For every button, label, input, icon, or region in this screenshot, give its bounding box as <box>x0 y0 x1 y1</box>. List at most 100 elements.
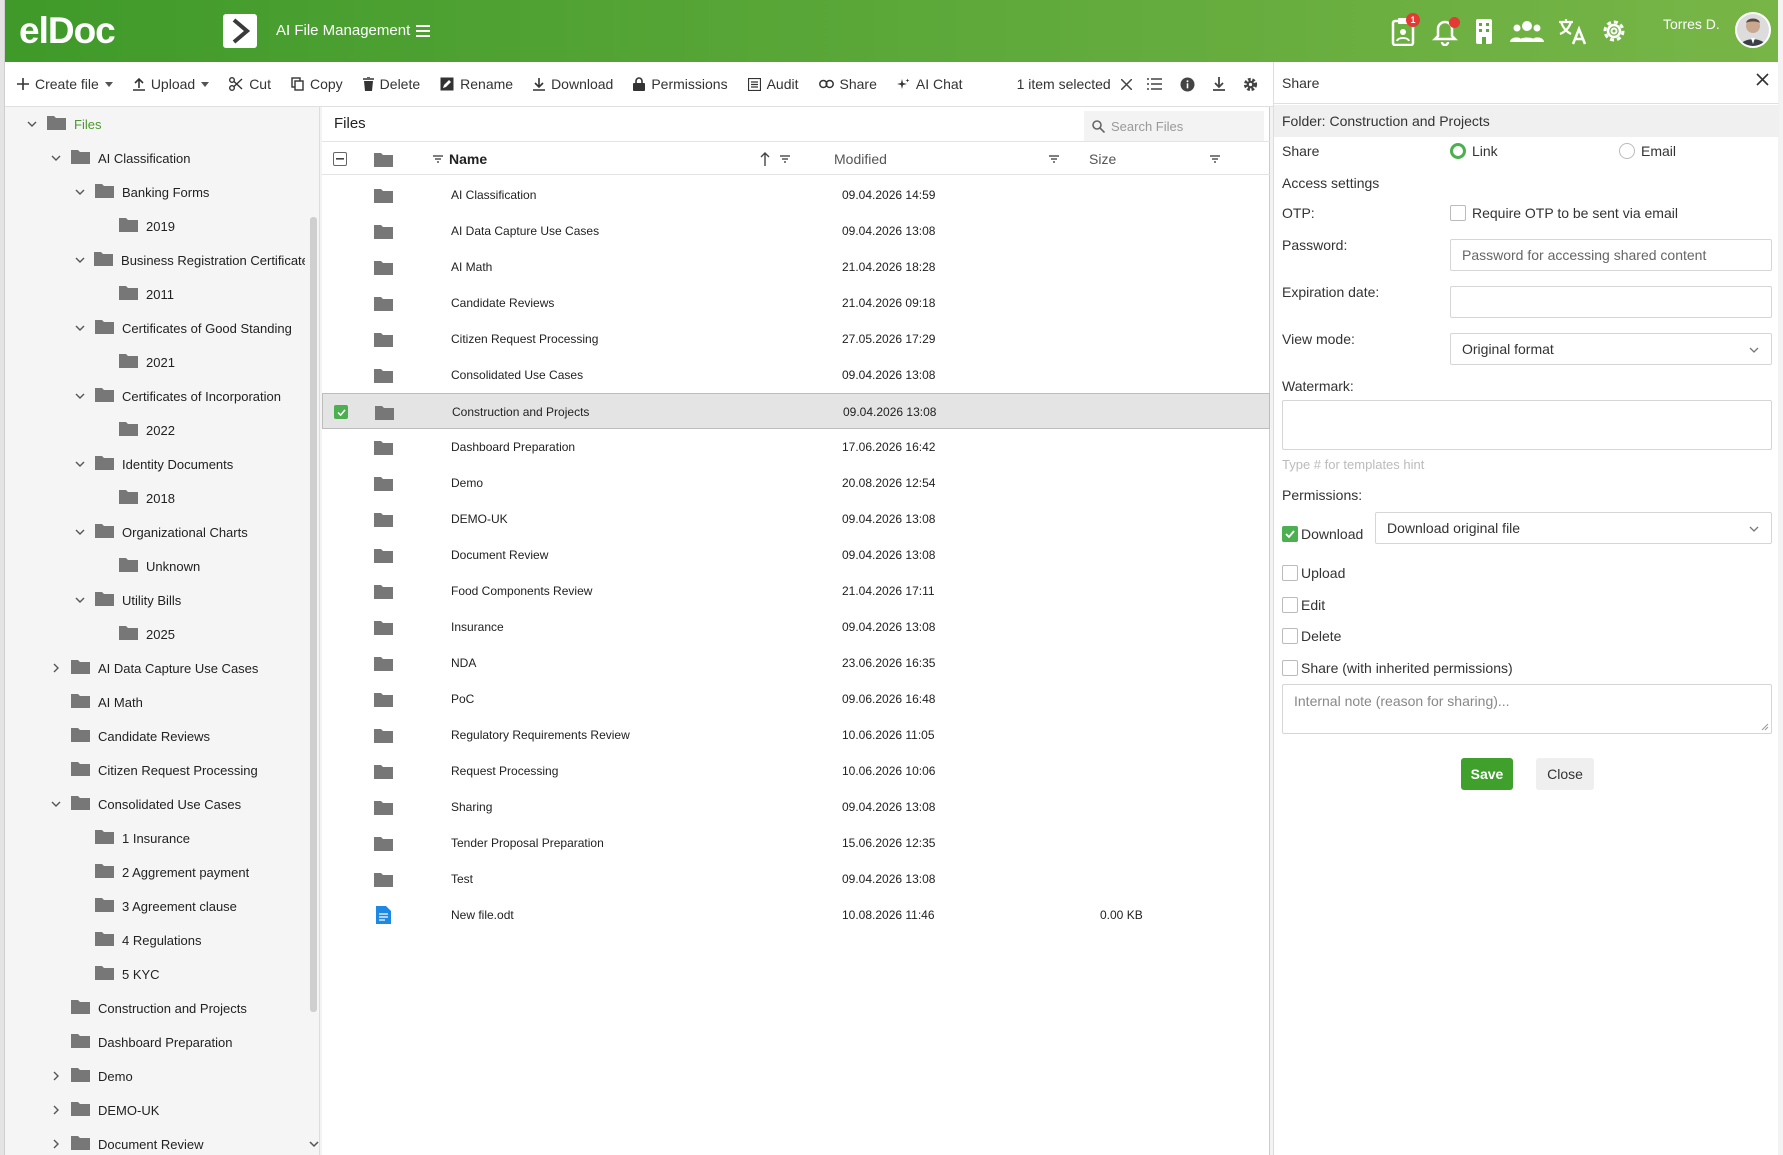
view-settings-button[interactable] <box>1234 62 1267 107</box>
upload-button[interactable]: Upload <box>123 62 219 107</box>
password-field[interactable]: Password for accessing shared content <box>1450 239 1772 271</box>
table-row[interactable]: Request Processing 10.06.2026 10:06 <box>322 753 1270 789</box>
tree-node[interactable]: Files <box>23 107 305 141</box>
type-column-header[interactable] <box>374 142 393 176</box>
tree-node[interactable]: Document Review <box>47 1127 305 1155</box>
tree-expander[interactable] <box>71 325 89 331</box>
select-all-checkbox[interactable] <box>333 142 347 176</box>
row-checkbox[interactable] <box>334 394 348 430</box>
export-download-button[interactable] <box>1204 62 1234 107</box>
company-button[interactable] <box>1472 16 1502 46</box>
tree-node[interactable]: AI Math <box>47 685 305 719</box>
tree-node[interactable]: 2022 <box>95 413 305 447</box>
info-button[interactable] <box>1171 62 1204 107</box>
name-column-header[interactable]: Name <box>433 142 487 176</box>
tree-node[interactable]: Citizen Request Processing <box>47 753 305 787</box>
tasks-button[interactable]: 1 <box>1390 13 1420 47</box>
tree-scrollbar[interactable] <box>310 217 317 1012</box>
row-name[interactable]: PoC <box>451 681 474 717</box>
row-name[interactable]: Insurance <box>451 609 504 645</box>
expiration-date-field[interactable] <box>1450 286 1772 318</box>
row-name[interactable]: DEMO-UK <box>451 501 508 537</box>
tree-node[interactable]: 2011 <box>95 277 305 311</box>
tree-node[interactable]: Demo <box>47 1059 305 1093</box>
row-name[interactable]: Regulatory Requirements Review <box>451 717 630 753</box>
row-name[interactable]: Consolidated Use Cases <box>451 357 583 393</box>
tree-node[interactable]: Identity Documents <box>71 447 305 481</box>
table-row[interactable]: Tender Proposal Preparation 15.06.2026 12… <box>322 825 1270 861</box>
tree-expander[interactable] <box>47 1105 65 1115</box>
tree-expander[interactable] <box>47 1071 65 1081</box>
clear-selection-button[interactable] <box>1115 62 1138 107</box>
table-row[interactable]: Document Review 09.04.2026 13:08 <box>322 537 1270 573</box>
tree-node[interactable]: Banking Forms <box>71 175 305 209</box>
size-column-header[interactable]: Size <box>1089 142 1116 176</box>
tree-node[interactable]: 1 Insurance <box>71 821 305 855</box>
tree-node[interactable]: 5 KYC <box>71 957 305 991</box>
tree-expander[interactable] <box>71 257 88 263</box>
create-file-button[interactable]: Create file <box>5 62 123 107</box>
tree-expander[interactable] <box>71 597 89 603</box>
table-row[interactable]: AI Classification 09.04.2026 14:59 <box>322 177 1270 213</box>
tree-node[interactable]: Business Registration Certificates <box>71 243 305 277</box>
tree-node[interactable]: Candidate Reviews <box>47 719 305 753</box>
table-row[interactable]: Dashboard Preparation 17.06.2026 16:42 <box>322 429 1270 465</box>
table-row[interactable]: New file.odt 10.08.2026 11:46 0.00 KB <box>322 897 1270 933</box>
row-name[interactable]: Sharing <box>451 789 492 825</box>
tree-expander[interactable] <box>71 189 89 195</box>
perm-edit-checkbox[interactable]: Edit <box>1282 597 1325 613</box>
row-name[interactable]: Demo <box>451 465 483 501</box>
save-button[interactable]: Save <box>1461 758 1513 790</box>
share-button[interactable]: Share <box>809 62 887 107</box>
tree-expander[interactable] <box>71 461 89 467</box>
row-name[interactable]: Construction and Projects <box>452 394 589 430</box>
table-row[interactable]: PoC 09.06.2026 16:48 <box>322 681 1270 717</box>
tree-node[interactable]: Dashboard Preparation <box>47 1025 305 1059</box>
perm-upload-checkbox[interactable]: Upload <box>1282 565 1345 581</box>
table-row[interactable]: Insurance 09.04.2026 13:08 <box>322 609 1270 645</box>
tree-node[interactable]: 2018 <box>95 481 305 515</box>
row-name[interactable]: Dashboard Preparation <box>451 429 575 465</box>
table-row[interactable]: Citizen Request Processing 27.05.2026 17:… <box>322 321 1270 357</box>
avatar[interactable] <box>1735 12 1771 48</box>
tree-expander[interactable] <box>47 1139 65 1149</box>
row-name[interactable]: Request Processing <box>451 753 558 789</box>
row-name[interactable]: Tender Proposal Preparation <box>451 825 604 861</box>
tree-expander[interactable] <box>71 393 89 399</box>
row-name[interactable]: NDA <box>451 645 476 681</box>
table-row[interactable]: Food Components Review 21.04.2026 17:11 <box>322 573 1270 609</box>
tree-expander[interactable] <box>47 155 65 161</box>
name-filter-icon[interactable] <box>780 155 790 163</box>
sort-ascending-icon[interactable] <box>760 152 770 166</box>
perm-download-checkbox[interactable]: Download <box>1282 526 1363 542</box>
internal-note-textarea[interactable]: Internal note (reason for sharing)... <box>1282 684 1772 734</box>
table-row[interactable]: Demo 20.08.2026 12:54 <box>322 465 1270 501</box>
tree-node[interactable]: Consolidated Use Cases <box>47 787 305 821</box>
tree-node[interactable]: 4 Regulations <box>71 923 305 957</box>
tree-node[interactable]: Construction and Projects <box>47 991 305 1025</box>
tree-node[interactable]: Organizational Charts <box>71 515 305 549</box>
table-row[interactable]: AI Math 21.04.2026 18:28 <box>322 249 1270 285</box>
row-name[interactable]: AI Math <box>451 249 492 285</box>
row-name[interactable]: AI Data Capture Use Cases <box>451 213 599 249</box>
tree-node[interactable]: DEMO-UK <box>47 1093 305 1127</box>
app-logo[interactable]: elDoc <box>19 10 116 52</box>
close-icon[interactable] <box>1756 73 1769 86</box>
share-email-radio[interactable]: Email <box>1619 143 1676 159</box>
tree-expander[interactable] <box>23 121 41 127</box>
users-button[interactable] <box>1510 16 1546 46</box>
settings-button[interactable] <box>1600 16 1630 46</box>
resize-handle-icon[interactable] <box>1761 723 1769 731</box>
modified-filter-icon[interactable] <box>1049 155 1059 163</box>
table-row[interactable]: Candidate Reviews 21.04.2026 09:18 <box>322 285 1270 321</box>
sidebar-toggle-button[interactable] <box>223 14 257 48</box>
size-filter-icon[interactable] <box>1210 155 1220 163</box>
language-button[interactable] <box>1557 16 1589 46</box>
tree-expander[interactable] <box>47 663 65 673</box>
tree-node[interactable]: AI Classification <box>47 141 305 175</box>
download-type-select[interactable]: Download original file <box>1375 512 1772 544</box>
table-row[interactable]: Regulatory Requirements Review 10.06.2026… <box>322 717 1270 753</box>
view-mode-select[interactable]: Original format <box>1450 333 1772 365</box>
tree-node[interactable]: 2025 <box>95 617 305 651</box>
tree-expander[interactable] <box>71 529 89 535</box>
